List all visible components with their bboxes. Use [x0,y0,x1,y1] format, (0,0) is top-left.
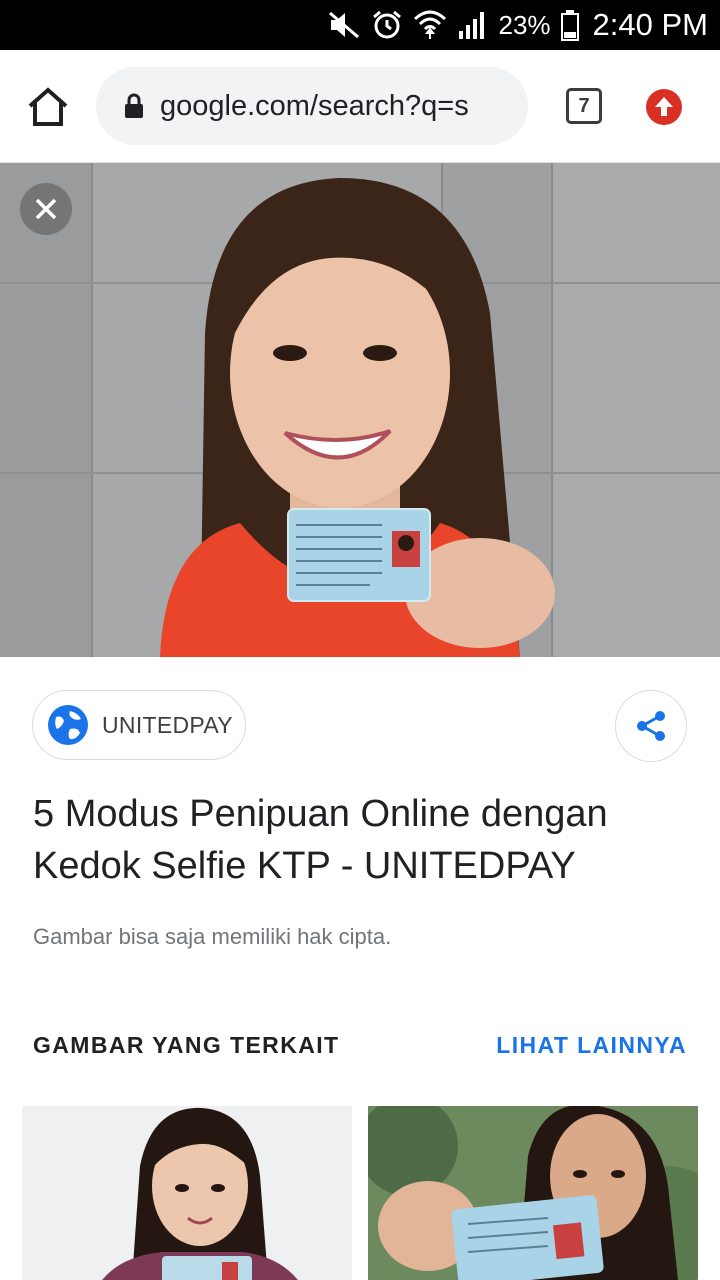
close-icon [35,198,57,220]
source-name: UNITEDPAY [102,711,233,738]
tab-switcher-button[interactable]: 7 [566,88,602,124]
battery-icon [560,10,579,41]
status-bar: 23% 2:40 PM [0,0,720,50]
related-images-heading: GAMBAR YANG TERKAIT [33,1032,340,1058]
battery-percentage: 23% [498,9,551,40]
source-site-chip[interactable]: UNITEDPAY [32,690,246,760]
share-icon [637,711,665,741]
home-button[interactable] [26,86,70,128]
browser-toolbar: google.com/search?q=s 7 [0,50,720,163]
alarm-icon [372,10,401,39]
close-preview-button[interactable] [20,183,72,235]
mute-icon [328,11,359,39]
result-title[interactable]: 5 Modus Penipuan Online dengan Kedok Sel… [33,788,673,892]
related-image-2 [368,1106,698,1280]
woman-holding-id-card-image [0,163,720,657]
lock-icon [125,93,143,118]
copyright-note: Gambar bisa saja memiliki hak cipta. [33,924,392,949]
address-bar[interactable]: google.com/search?q=s [96,67,528,145]
signal-icon [458,12,484,39]
update-icon[interactable] [646,89,682,125]
clock: 2:40 PM [592,7,708,42]
preview-image[interactable] [0,163,720,657]
related-image-thumbnail[interactable] [368,1106,698,1280]
see-more-link[interactable]: LIHAT LAINNYA [496,1032,687,1059]
status-icons: 23% 2:40 PM [327,0,708,50]
related-image-1 [22,1106,352,1280]
related-image-thumbnail[interactable] [22,1106,352,1280]
home-icon [28,87,68,126]
url-text: google.com/search?q=s [160,89,469,122]
wifi-icon [413,10,446,39]
globe-icon [48,705,88,745]
share-button[interactable] [615,690,687,762]
